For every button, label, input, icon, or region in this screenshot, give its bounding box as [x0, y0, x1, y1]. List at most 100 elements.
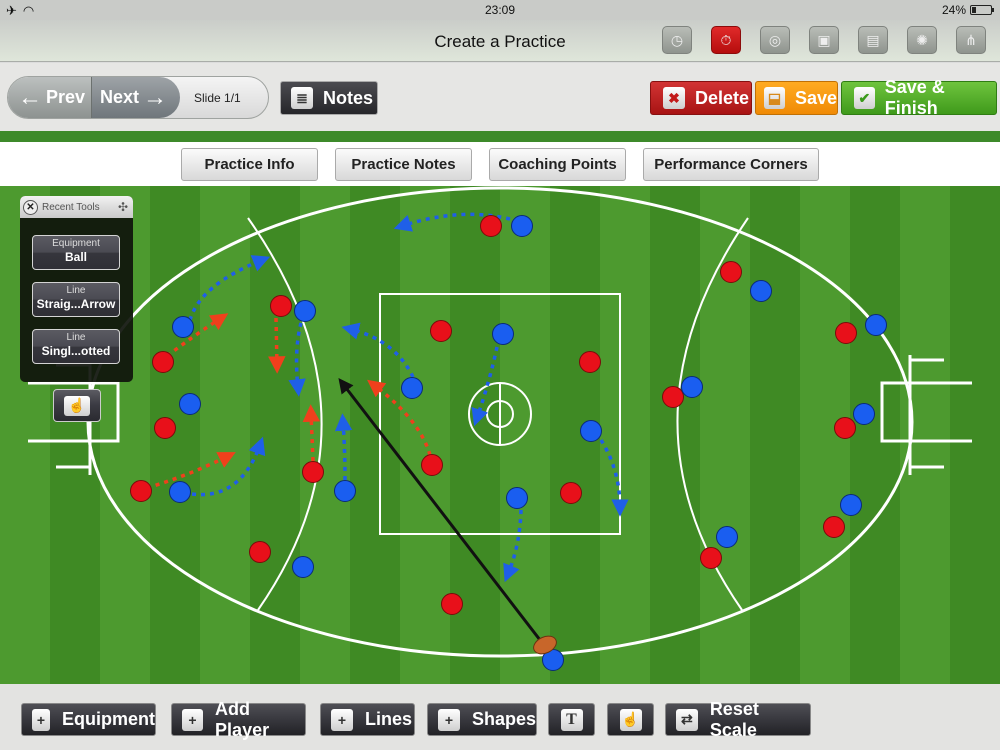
- blue-player[interactable]: [492, 323, 514, 345]
- text-icon: T: [560, 708, 583, 731]
- blue-player[interactable]: [865, 314, 887, 336]
- clipboard-s-icon[interactable]: ▣: [809, 26, 839, 54]
- slide-navigator: ← Prev Next → Slide 1/1: [7, 76, 269, 119]
- red-player[interactable]: [302, 461, 324, 483]
- red-movement-arrow[interactable]: [302, 404, 321, 462]
- delete-label: Delete: [695, 87, 750, 108]
- close-icon: ✖: [663, 87, 685, 109]
- save-label: Save: [794, 87, 837, 108]
- blue-player[interactable]: [334, 480, 356, 502]
- blue-player[interactable]: [292, 556, 314, 578]
- red-player[interactable]: [835, 322, 857, 344]
- close-icon[interactable]: ✕: [23, 199, 38, 215]
- red-player[interactable]: [579, 351, 601, 373]
- add-player-button[interactable]: + Add Player: [171, 699, 306, 740]
- select-tool-button[interactable]: ☝: [53, 389, 101, 422]
- goal-square-right: [880, 381, 972, 443]
- red-player[interactable]: [270, 295, 292, 317]
- blue-movement-arrow[interactable]: [188, 255, 271, 321]
- timer-icon[interactable]: ⏱: [711, 26, 741, 54]
- add-player-label: Add Player: [215, 698, 270, 740]
- blue-player[interactable]: [172, 316, 194, 338]
- plus-icon: +: [182, 708, 204, 731]
- add-equipment-button[interactable]: + Equipment: [21, 703, 156, 736]
- red-player[interactable]: [480, 215, 502, 237]
- next-button[interactable]: Next →: [92, 77, 180, 118]
- blue-player[interactable]: [853, 403, 875, 425]
- tab-practice-info[interactable]: Practice Info: [181, 148, 318, 181]
- red-player[interactable]: [430, 320, 452, 342]
- red-player[interactable]: [152, 351, 174, 373]
- red-player[interactable]: [560, 482, 582, 504]
- blue-player[interactable]: [506, 487, 528, 509]
- intensity-icon[interactable]: ◎: [760, 26, 790, 54]
- red-movement-arrow[interactable]: [367, 379, 432, 456]
- blue-movement-arrow[interactable]: [599, 439, 629, 517]
- red-player[interactable]: [720, 261, 742, 283]
- add-lines-button[interactable]: + Lines: [320, 703, 415, 736]
- playing-field[interactable]: [0, 186, 1000, 684]
- hand-pointer-icon: ☝: [64, 395, 90, 416]
- tab-coaching-points[interactable]: Coaching Points: [489, 148, 626, 181]
- select-mode-button[interactable]: ☝: [607, 703, 654, 736]
- hierarchy-icon[interactable]: ⋔: [956, 26, 986, 54]
- red-player[interactable]: [249, 541, 271, 563]
- blue-player[interactable]: [716, 526, 738, 548]
- drill-burst-icon[interactable]: ✺: [907, 26, 937, 54]
- stopwatch-icon[interactable]: ◷: [662, 26, 692, 54]
- save-button[interactable]: ⬓ Save: [755, 81, 838, 115]
- blue-player[interactable]: [580, 420, 602, 442]
- add-shapes-button[interactable]: + Shapes: [427, 703, 537, 736]
- refresh-icon: ⇄: [676, 708, 698, 731]
- recent-tools-header[interactable]: ✕ Recent Tools ✣: [20, 196, 133, 218]
- red-movement-arrow[interactable]: [146, 452, 236, 490]
- blue-player[interactable]: [840, 494, 862, 516]
- recent-tool-item[interactable]: Equipment Ball: [32, 235, 120, 270]
- tab-practice-notes[interactable]: Practice Notes: [335, 148, 472, 181]
- shapes-label: Shapes: [471, 709, 536, 729]
- blue-player[interactable]: [179, 393, 201, 415]
- recent-tool-item[interactable]: Line Singl...otted: [32, 329, 120, 364]
- blue-movement-arrow[interactable]: [288, 322, 306, 397]
- tab-performance-corners[interactable]: Performance Corners: [643, 148, 819, 181]
- red-movement-arrow[interactable]: [268, 317, 286, 374]
- recent-tools-panel: ✕ Recent Tools ✣ Equipment Ball Line Str…: [20, 196, 133, 382]
- blue-player[interactable]: [294, 300, 316, 322]
- recent-tool-item[interactable]: Line Straig...Arrow: [32, 282, 120, 317]
- blue-movement-arrow[interactable]: [503, 509, 523, 583]
- field-canvas[interactable]: [0, 186, 1000, 684]
- save-and-finish-button[interactable]: ✔ Save & Finish: [841, 77, 997, 118]
- recent-tool-category: Equipment: [52, 238, 100, 249]
- red-player[interactable]: [441, 593, 463, 615]
- recent-tool-value: Straig...Arrow: [36, 297, 116, 311]
- prev-button[interactable]: ← Prev: [8, 77, 92, 118]
- blue-player[interactable]: [681, 376, 703, 398]
- reset-scale-button[interactable]: ⇄ Reset Scale: [665, 699, 811, 740]
- tab-bar: Practice Info Practice Notes Coaching Po…: [0, 142, 1000, 186]
- blue-movement-arrow[interactable]: [334, 413, 353, 481]
- blue-player[interactable]: [169, 481, 191, 503]
- recent-tools-title: Recent Tools: [42, 201, 100, 213]
- finish-label: Save & Finish: [884, 77, 945, 118]
- blue-player[interactable]: [401, 377, 423, 399]
- notes-button[interactable]: ≣ Notes: [280, 81, 378, 115]
- reset-scale-label: Reset Scale: [709, 698, 759, 740]
- battery-percent: 24%: [941, 3, 966, 17]
- red-player[interactable]: [130, 480, 152, 502]
- red-player[interactable]: [154, 417, 176, 439]
- red-player[interactable]: [823, 516, 845, 538]
- blue-player[interactable]: [511, 215, 533, 237]
- red-player[interactable]: [700, 547, 722, 569]
- red-player[interactable]: [662, 386, 684, 408]
- red-player[interactable]: [834, 417, 856, 439]
- red-player[interactable]: [421, 454, 443, 476]
- arrow-right-icon: →: [143, 83, 168, 111]
- clipboard-m-icon[interactable]: ▤: [858, 26, 888, 54]
- status-right: 24%: [941, 3, 994, 17]
- add-text-button[interactable]: T: [548, 703, 595, 736]
- blue-movement-arrow[interactable]: [471, 346, 499, 427]
- delete-button[interactable]: ✖ Delete: [650, 81, 752, 115]
- blue-movement-arrow[interactable]: [341, 322, 415, 378]
- blue-player[interactable]: [750, 280, 772, 302]
- move-icon[interactable]: ✣: [118, 200, 128, 214]
